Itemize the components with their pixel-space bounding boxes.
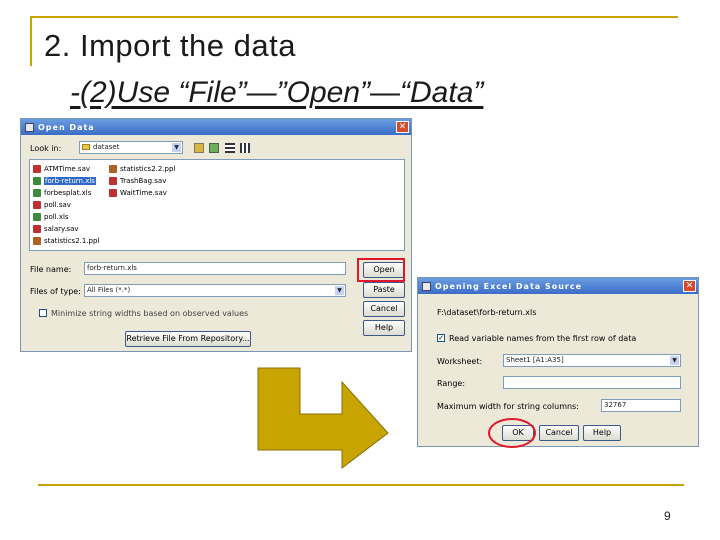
list-item[interactable]: WaitTime.sav <box>109 189 167 197</box>
chevron-down-icon: ▼ <box>172 143 181 152</box>
details-view-icon[interactable] <box>240 143 250 153</box>
list-item[interactable]: TrashBag.sav <box>109 177 166 185</box>
open-button-highlight <box>357 258 405 282</box>
excel-file-icon <box>33 189 41 197</box>
cancel-button[interactable]: Cancel <box>539 425 579 441</box>
list-item[interactable]: poll.sav <box>33 201 71 209</box>
file-name-input[interactable]: forb-return.xls <box>84 262 346 275</box>
excel-file-icon <box>33 177 41 185</box>
spss-data-file-icon <box>33 201 41 209</box>
list-item[interactable]: statistics2.1.ppl <box>33 237 99 245</box>
left-accent-line <box>30 16 32 66</box>
cancel-button[interactable]: Cancel <box>363 301 405 317</box>
excel-source-title: Opening Excel Data Source <box>435 281 583 291</box>
window-icon <box>25 122 34 132</box>
read-variable-names-checkbox[interactable]: ✓ <box>437 334 445 342</box>
l-shaped-right-arrow-icon <box>257 367 389 470</box>
look-in-label: Look in: <box>30 144 62 153</box>
paste-button[interactable]: Paste <box>363 282 405 298</box>
list-item[interactable]: ATMTime.sav <box>33 165 90 173</box>
minimize-string-label: Minimize string widths based on observed… <box>51 309 249 318</box>
close-icon[interactable]: ✕ <box>396 121 409 133</box>
new-folder-icon[interactable] <box>209 143 219 153</box>
worksheet-select[interactable]: Sheet1 [A1:A35] ▼ <box>503 354 681 367</box>
help-button[interactable]: Help <box>363 320 405 336</box>
spss-output-file-icon <box>33 237 41 245</box>
list-item[interactable]: forbesplat.xls <box>33 189 91 197</box>
excel-source-titlebar: Opening Excel Data Source <box>418 278 698 294</box>
excel-file-icon <box>33 213 41 221</box>
max-width-label: Maximum width for string columns: <box>437 402 579 411</box>
worksheet-value: Sheet1 [A1:A35] <box>506 356 564 364</box>
arrow-shape <box>257 367 389 470</box>
chevron-down-icon: ▼ <box>335 286 344 295</box>
top-accent-line <box>30 16 678 18</box>
look-in-select[interactable]: dataset ▼ <box>79 141 183 154</box>
up-folder-icon[interactable] <box>194 143 204 153</box>
minimize-string-checkbox[interactable] <box>39 309 47 317</box>
read-variable-names-label: Read variable names from the first row o… <box>449 334 637 343</box>
spss-data-file-icon <box>109 177 117 185</box>
bottom-accent-line <box>38 484 684 486</box>
open-data-dialog: Open Data ✕ Look in: dataset ▼ ATMTime.s… <box>20 118 412 352</box>
spss-data-file-icon <box>33 225 41 233</box>
range-input[interactable] <box>503 376 681 389</box>
look-in-value: dataset <box>93 143 120 151</box>
list-item[interactable]: forb-return.xls <box>33 177 96 185</box>
files-of-type-select[interactable]: All Files (*.*) ▼ <box>84 284 346 297</box>
slide-title: 2. Import the data <box>44 28 296 63</box>
help-button[interactable]: Help <box>583 425 621 441</box>
range-label: Range: <box>437 379 466 388</box>
spss-data-file-icon <box>33 165 41 173</box>
files-of-type-label: Files of type: <box>30 287 81 296</box>
slide-subtitle: -(2)Use “File”—”Open”—“Data” <box>70 76 484 109</box>
ok-button-highlight <box>488 418 536 448</box>
spss-output-file-icon <box>109 165 117 173</box>
list-item[interactable]: poll.xls <box>33 213 69 221</box>
file-name-label: File name: <box>30 265 72 274</box>
open-data-titlebar: Open Data <box>21 119 411 135</box>
excel-source-dialog: Opening Excel Data Source ✕ F:\dataset\f… <box>417 277 699 447</box>
list-item[interactable]: salary.sav <box>33 225 79 233</box>
max-width-input[interactable]: 32767 <box>601 399 681 412</box>
close-icon[interactable]: ✕ <box>683 280 696 292</box>
window-icon <box>422 281 431 291</box>
files-of-type-value: All Files (*.*) <box>87 286 131 294</box>
spss-data-file-icon <box>109 189 117 197</box>
retrieve-repository-button[interactable]: Retrieve File From Repository... <box>125 331 251 347</box>
excel-file-path: F:\dataset\forb-return.xls <box>437 308 537 317</box>
chevron-down-icon: ▼ <box>670 356 679 365</box>
open-data-title: Open Data <box>38 122 95 132</box>
page-number: 9 <box>664 509 671 523</box>
folder-icon <box>82 144 90 150</box>
list-item[interactable]: statistics2.2.ppl <box>109 165 175 173</box>
list-view-icon[interactable] <box>225 143 235 153</box>
worksheet-label: Worksheet: <box>437 357 483 366</box>
file-list[interactable]: ATMTime.sav forb-return.xls forbesplat.x… <box>29 159 405 251</box>
